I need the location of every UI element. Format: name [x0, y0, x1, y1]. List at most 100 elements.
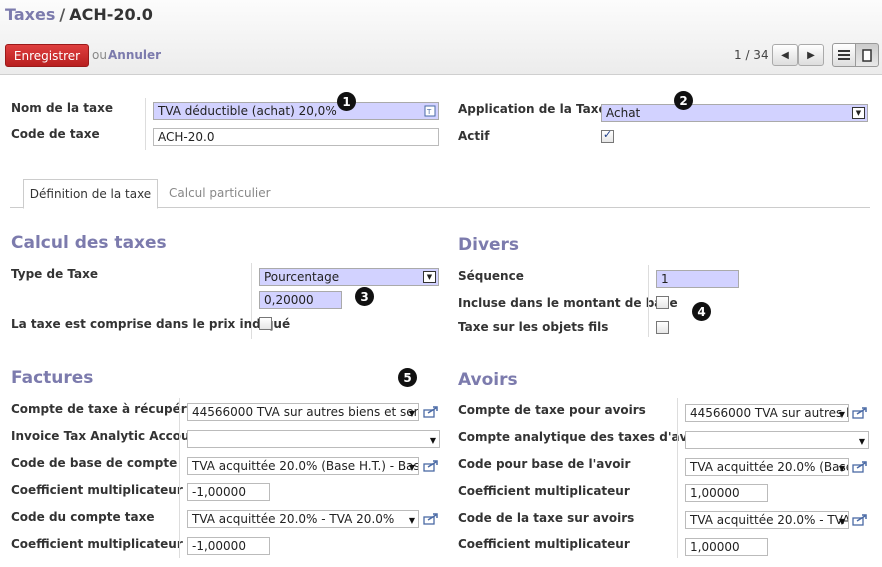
breadcrumb-current: ACH-20.0	[69, 5, 153, 24]
child-tax-checkbox[interactable]	[656, 321, 669, 334]
external-link-icon[interactable]	[852, 461, 868, 473]
credit-notes-divider	[677, 398, 678, 558]
invoice-coef2-label: Coefficient multiplicateur	[11, 537, 183, 551]
svg-text:T: T	[426, 108, 432, 116]
base-included-label: Incluse dans le montant de base	[458, 296, 678, 310]
invoice-coef2-value: -1,00000	[192, 539, 246, 553]
refund-tax-code-select[interactable]: TVA acquittée 20.0% - TVA 2 ▼	[685, 511, 849, 529]
refund-account-value: 44566000 TVA sur autres b	[690, 406, 849, 420]
breadcrumb-separator: /	[59, 5, 66, 24]
tab-definition[interactable]: Définition de la taxe	[23, 179, 158, 209]
breadcrumb-parent[interactable]: Taxes	[5, 5, 55, 24]
header-divider	[145, 98, 146, 150]
list-view-button[interactable]	[832, 43, 856, 67]
invoice-account-label: Compte de taxe à récupérer	[11, 402, 201, 416]
tax-name-value: TVA déductible (achat) 20,0%	[158, 104, 337, 118]
form-view-button[interactable]	[855, 43, 879, 67]
invoice-analytic-select[interactable]: ▼	[187, 430, 440, 448]
annotation-badge-3: 3	[355, 287, 374, 306]
child-tax-label: Taxe sur les objets fils	[458, 320, 609, 334]
top-bar: Taxes / ACH-20.0 Enregistrer ou Annuler 1 …	[0, 0, 882, 75]
external-link-icon[interactable]	[423, 406, 439, 418]
chevron-down-icon: ▼	[408, 463, 415, 472]
invoice-tax-code-label: Code du compte taxe	[11, 510, 155, 524]
tab-special-calculation[interactable]: Calcul particulier	[169, 186, 271, 200]
refund-base-code-value: TVA acquittée 20.0% (Base	[690, 460, 849, 474]
refund-base-code-select[interactable]: TVA acquittée 20.0% (Base ▼	[685, 458, 849, 476]
refund-coef2-label: Coefficient multiplicateur	[458, 537, 630, 551]
chevron-down-icon: ▼	[838, 517, 845, 526]
divers-divider	[648, 265, 649, 337]
refund-tax-code-label: Code de la taxe sur avoirs	[458, 511, 635, 525]
annotation-badge-2: 2	[674, 91, 693, 110]
refund-analytic-select[interactable]: ▼	[685, 431, 869, 449]
refund-coef1-label: Coefficient multiplicateur	[458, 484, 630, 498]
application-label: Application de la Taxe	[458, 102, 607, 116]
next-record-button[interactable]: ▶	[798, 44, 824, 66]
chevron-down-icon: ▼	[408, 409, 415, 418]
refund-analytic-label: Compte analytique des taxes d'avoirs	[458, 430, 713, 444]
external-link-icon[interactable]	[852, 514, 868, 526]
chevron-down-icon: ▼	[429, 436, 436, 445]
sequence-value: 1	[661, 272, 669, 286]
tax-code-input[interactable]: ACH-20.0	[153, 128, 439, 146]
refund-coef2-input[interactable]: 1,00000	[685, 538, 768, 556]
tax-type-select[interactable]: Pourcentage ▼	[259, 268, 439, 286]
divers-section-title: Divers	[458, 235, 520, 255]
external-link-icon[interactable]	[423, 460, 439, 472]
invoice-coef1-input[interactable]: -1,00000	[187, 483, 270, 501]
form-view-icon	[862, 48, 872, 62]
refund-base-code-label: Code pour base de l'avoir	[458, 457, 631, 471]
sequence-input[interactable]: 1	[656, 270, 739, 288]
translate-icon[interactable]: T	[424, 105, 436, 117]
active-checkbox[interactable]	[601, 128, 614, 143]
save-button[interactable]: Enregistrer	[5, 44, 89, 67]
price-included-label: La taxe est comprise dans le prix indiqu…	[11, 317, 291, 331]
tax-type-value: Pourcentage	[264, 270, 340, 284]
active-label: Actif	[458, 129, 490, 143]
external-link-icon[interactable]	[423, 513, 439, 525]
invoice-coef2-input[interactable]: -1,00000	[187, 537, 270, 555]
list-view-icon	[838, 50, 850, 60]
tax-code-label: Code de taxe	[11, 127, 100, 141]
invoice-coef1-value: -1,00000	[192, 485, 246, 499]
refund-coef2-value: 1,00000	[690, 540, 740, 554]
cancel-link[interactable]: Annuler	[108, 48, 161, 62]
invoices-divider	[179, 398, 180, 558]
chevron-down-icon: ▼	[852, 107, 865, 119]
previous-record-button[interactable]: ◀	[772, 44, 798, 66]
pager-counter: 1 / 34	[734, 48, 769, 62]
credit-notes-section-title: Avoirs	[458, 370, 518, 390]
chevron-down-icon: ▼	[408, 516, 415, 525]
tax-amount-input[interactable]: 0,20000	[259, 291, 342, 309]
invoice-base-code-select[interactable]: TVA acquittée 20.0% (Base H.T.) - Base ▼	[187, 457, 419, 475]
external-link-icon[interactable]	[852, 407, 868, 419]
refund-coef1-input[interactable]: 1,00000	[685, 484, 768, 502]
refund-tax-code-value: TVA acquittée 20.0% - TVA 2	[690, 513, 849, 527]
invoice-account-select[interactable]: 44566000 TVA sur autres biens et servi ▼	[187, 403, 419, 421]
or-text: ou	[92, 48, 107, 62]
base-included-checkbox[interactable]	[656, 296, 669, 309]
chevron-down-icon: ▼	[858, 437, 865, 446]
refund-account-label: Compte de taxe pour avoirs	[458, 403, 646, 417]
tax-amount-value: 0,20000	[264, 293, 314, 307]
arrow-left-icon: ◀	[781, 49, 789, 61]
tax-name-label: Nom de la taxe	[11, 101, 113, 115]
calcul-section-title: Calcul des taxes	[11, 233, 167, 253]
sequence-label: Séquence	[458, 269, 524, 283]
chevron-down-icon: ▼	[423, 271, 436, 283]
calcul-divider	[251, 263, 252, 339]
refund-account-select[interactable]: 44566000 TVA sur autres b ▼	[685, 404, 849, 422]
tax-code-value: ACH-20.0	[158, 130, 215, 144]
chevron-down-icon: ▼	[838, 410, 845, 419]
invoice-base-code-value: TVA acquittée 20.0% (Base H.T.) - Base	[192, 459, 419, 473]
tax-type-label: Type de Taxe	[11, 267, 99, 281]
invoice-account-value: 44566000 TVA sur autres biens et servi	[192, 405, 419, 419]
price-included-checkbox[interactable]	[259, 317, 272, 330]
application-select[interactable]: Achat ▼	[601, 104, 868, 122]
invoice-tax-code-value: TVA acquittée 20.0% - TVA 20.0%	[192, 512, 395, 526]
invoice-analytic-label: Invoice Tax Analytic Account	[11, 429, 204, 443]
invoice-tax-code-select[interactable]: TVA acquittée 20.0% - TVA 20.0% ▼	[187, 510, 419, 528]
chevron-down-icon: ▼	[838, 464, 845, 473]
tax-name-input[interactable]: TVA déductible (achat) 20,0% T	[153, 102, 439, 120]
